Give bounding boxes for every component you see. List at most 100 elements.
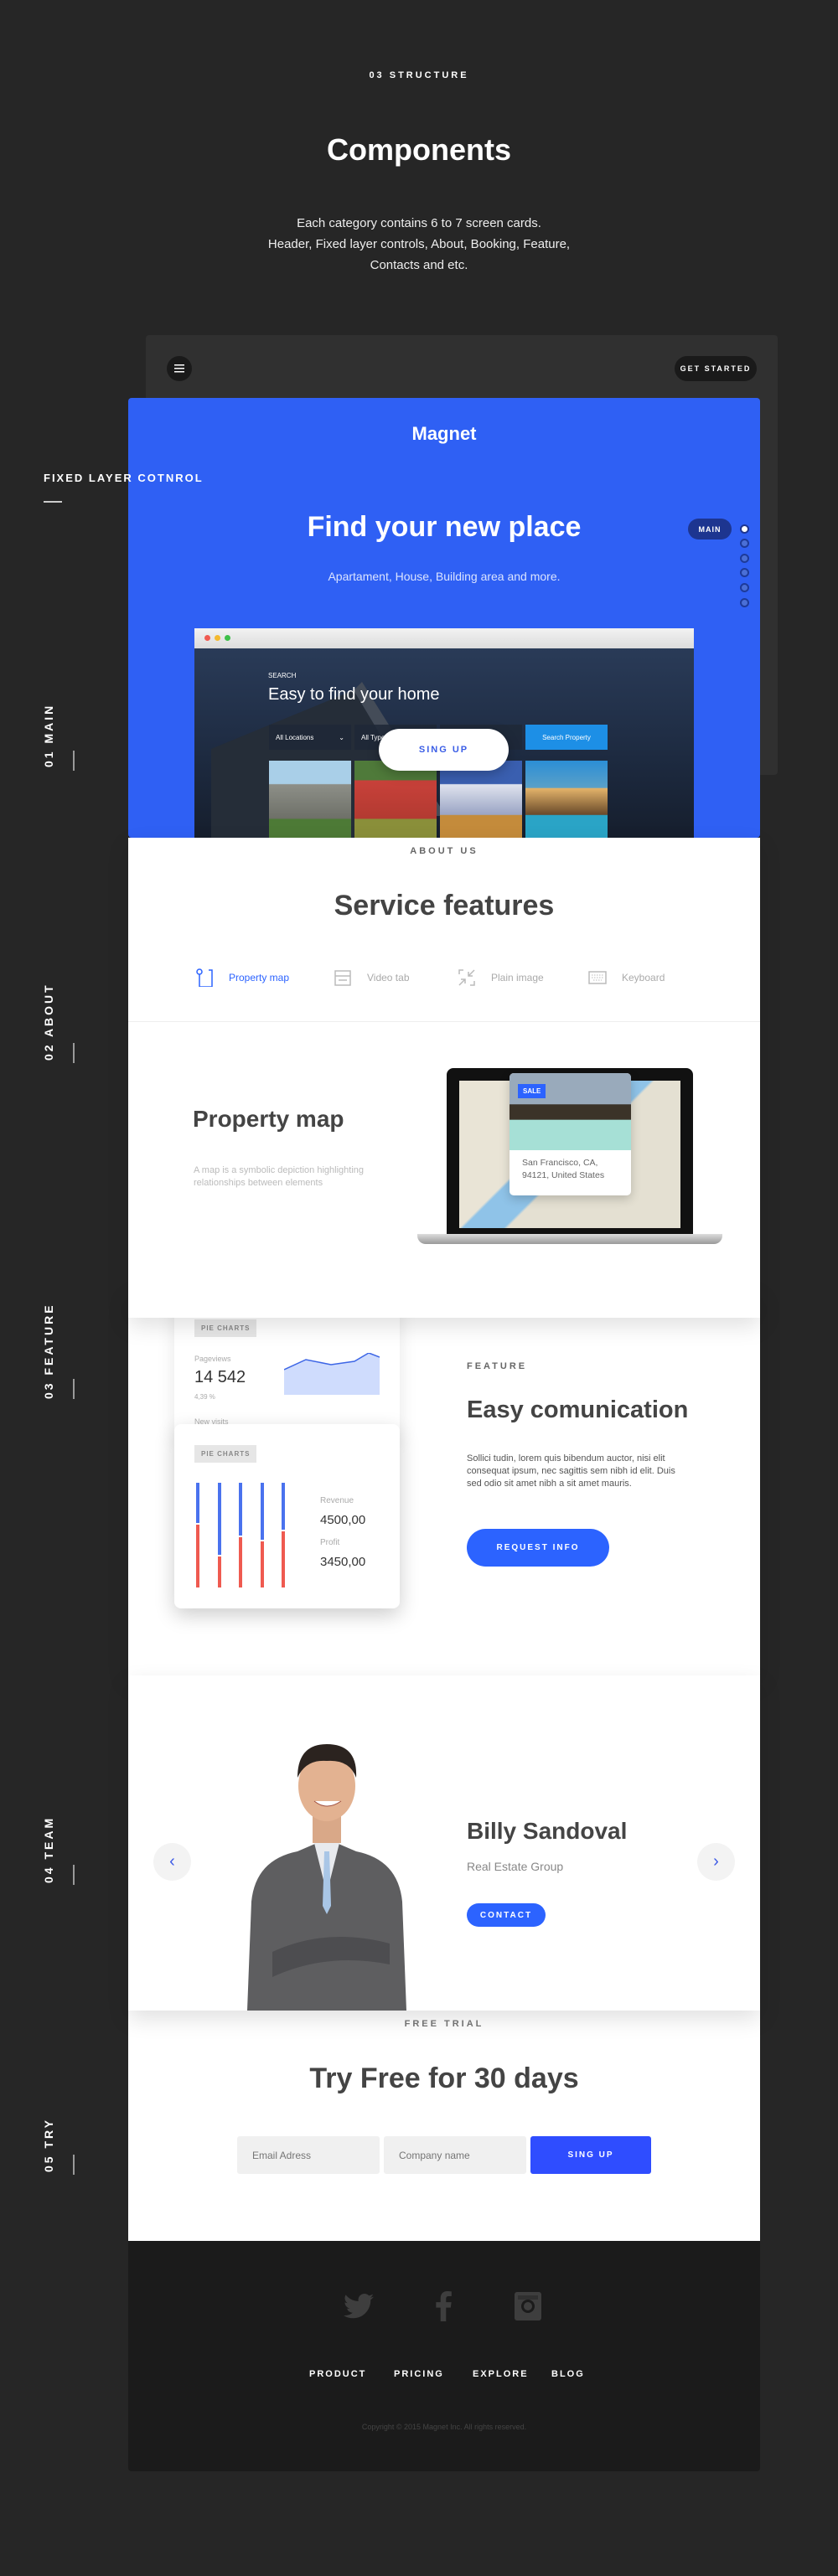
divider	[44, 501, 62, 503]
search-label: SEARCH	[268, 672, 297, 679]
footer-link-explore[interactable]: EXPLORE	[473, 2369, 529, 2379]
desc-line: A map is a symbolic depiction highlighti…	[194, 1165, 365, 1175]
team-section: Billy Sandoval Real Estate Group CONTACT…	[128, 1675, 760, 2011]
hamburger-icon[interactable]	[167, 356, 192, 381]
sign-up-button[interactable]: SING UP	[379, 729, 509, 771]
tab-label: Property map	[229, 972, 290, 983]
footer-link-product[interactable]: PRODUCT	[309, 2369, 366, 2379]
revenue-bar	[217, 1483, 221, 1556]
request-info-button[interactable]: REQUEST INFO	[467, 1529, 609, 1567]
footer-link-blog[interactable]: BLOG	[551, 2369, 585, 2379]
nav-dot-active[interactable]	[740, 524, 749, 534]
footer	[128, 2241, 760, 2471]
section-label-feature[interactable]: 03 FEATURE	[39, 1303, 59, 1399]
divider	[73, 2155, 75, 2175]
footer-link-pricing[interactable]: PRICING	[394, 2369, 444, 2379]
nav-dot[interactable]	[740, 598, 749, 607]
card-label: PIE CHARTS	[194, 1445, 257, 1463]
location-select[interactable]: All Locations ⌄	[269, 725, 351, 750]
browser-toolbar	[194, 628, 694, 648]
divider	[73, 1865, 75, 1885]
fixed-layer-label: FIXED LAYER COTNROL	[44, 472, 204, 484]
profit-value: 3450,00	[320, 1555, 366, 1569]
profit-bar	[260, 1541, 264, 1587]
revenue-bar	[282, 1483, 285, 1531]
text-line: Sollici tudin, lorem quis bibendum aucto…	[467, 1453, 665, 1464]
tab-keyboard[interactable]: Keyboard	[588, 968, 665, 987]
page-title: Components	[327, 132, 511, 167]
logo: Magnet	[411, 423, 477, 444]
maximize-dot	[225, 635, 230, 641]
minimize-dot	[215, 635, 220, 641]
property-thumbnail[interactable]	[354, 761, 437, 838]
profit-bar	[217, 1556, 221, 1587]
section-label-team[interactable]: 04 TEAM	[39, 1814, 59, 1885]
feature-description: A map is a symbolic depiction highlighti…	[194, 1164, 364, 1190]
tab-label: Plain image	[491, 972, 544, 983]
feature-eyebrow: FEATURE	[467, 1361, 528, 1371]
hero-subtitle: Apartament, House, Building area and mor…	[328, 570, 561, 583]
nav-main-pill[interactable]: MAIN	[688, 519, 732, 539]
close-dot	[204, 635, 210, 641]
property-card[interactable]: SALE San Francisco, CA, 94121, United Sta…	[510, 1073, 631, 1195]
copyright: Copyright © 2015 Magnet Inc. All rights …	[361, 2423, 527, 2431]
search-property-button[interactable]: Search Property	[525, 725, 608, 750]
divider	[128, 1021, 760, 1022]
section-label-try[interactable]: 05 TRY	[39, 2115, 59, 2176]
location-value: All Locations	[276, 734, 314, 741]
trial-eyebrow: FREE TRIAL	[404, 2019, 484, 2029]
twitter-icon[interactable]	[344, 2293, 374, 2320]
text-line: sed odio sit amet nibh a sit amet mauris…	[467, 1479, 632, 1489]
feature-text: Sollici tudin, lorem quis bibendum aucto…	[467, 1453, 675, 1490]
instagram-icon[interactable]	[515, 2292, 541, 2320]
chevron-left-icon[interactable]: ‹	[153, 1843, 191, 1881]
nav-dot[interactable]	[740, 539, 749, 548]
tab-label: Video tab	[367, 972, 410, 983]
nav-dot[interactable]	[740, 568, 749, 577]
property-thumbnail[interactable]	[525, 761, 608, 838]
card-label: PIE CHARTS	[194, 1319, 257, 1337]
revenue-label: Revenue	[320, 1496, 354, 1505]
section-label-about[interactable]: 02 ABOUT	[39, 980, 59, 1064]
nav-dot[interactable]	[740, 554, 749, 563]
revenue-value: 4500,00	[320, 1513, 366, 1527]
chevron-down-icon: ⌄	[339, 734, 344, 741]
collapse-icon	[458, 969, 475, 986]
tab-label: Keyboard	[622, 972, 665, 983]
section-label-main[interactable]: 01 MAIN	[39, 699, 59, 771]
pageviews-label: Pageviews	[194, 1355, 231, 1363]
revenue-bar	[239, 1483, 242, 1536]
revenue-card: PIE CHARTS Revenue 4500,00 Profit 3450,0…	[174, 1424, 400, 1608]
profit-bar	[239, 1536, 242, 1587]
feature-title: Easy comunication	[467, 1396, 689, 1423]
text-line: consequat ipsum, nec sagittis sem nibh i…	[467, 1466, 675, 1476]
address-line: San Francisco, CA,	[522, 1158, 598, 1168]
company-name-field[interactable]	[384, 2136, 526, 2174]
keyboard-icon	[588, 971, 607, 984]
sale-badge: SALE	[518, 1084, 546, 1098]
tab-property-map[interactable]: Property map	[195, 968, 289, 987]
desc-line: Contacts and etc.	[370, 258, 468, 272]
property-thumbnail[interactable]	[440, 761, 522, 838]
email-field[interactable]	[237, 2136, 380, 2174]
tab-video[interactable]: Video tab	[334, 968, 410, 987]
about-eyebrow: ABOUT US	[410, 846, 478, 856]
pageviews-area-chart	[284, 1353, 380, 1395]
get-started-button[interactable]: GET STARTED	[675, 356, 757, 381]
desc-line: Each category contains 6 to 7 screen car…	[297, 216, 541, 230]
page-description: Each category contains 6 to 7 screen car…	[0, 213, 838, 276]
chevron-right-icon[interactable]: ›	[697, 1843, 735, 1881]
facebook-icon[interactable]	[434, 2291, 453, 2321]
desc-line: Header, Fixed layer controls, About, Boo…	[267, 237, 571, 251]
video-tab-icon	[334, 970, 351, 986]
profit-bar	[282, 1531, 285, 1587]
property-thumbnail[interactable]	[269, 761, 351, 838]
sign-up-submit-button[interactable]: SING UP	[530, 2136, 651, 2174]
hero-section: Magnet Find your new place Apartament, H…	[128, 398, 760, 838]
member-name: Billy Sandoval	[467, 1818, 628, 1844]
desc-line: relationships between elements	[194, 1178, 323, 1188]
map-pin-icon	[196, 968, 213, 987]
nav-dot[interactable]	[740, 583, 749, 592]
contact-button[interactable]: CONTACT	[467, 1903, 546, 1927]
tab-plain-image[interactable]: Plain image	[458, 968, 544, 987]
